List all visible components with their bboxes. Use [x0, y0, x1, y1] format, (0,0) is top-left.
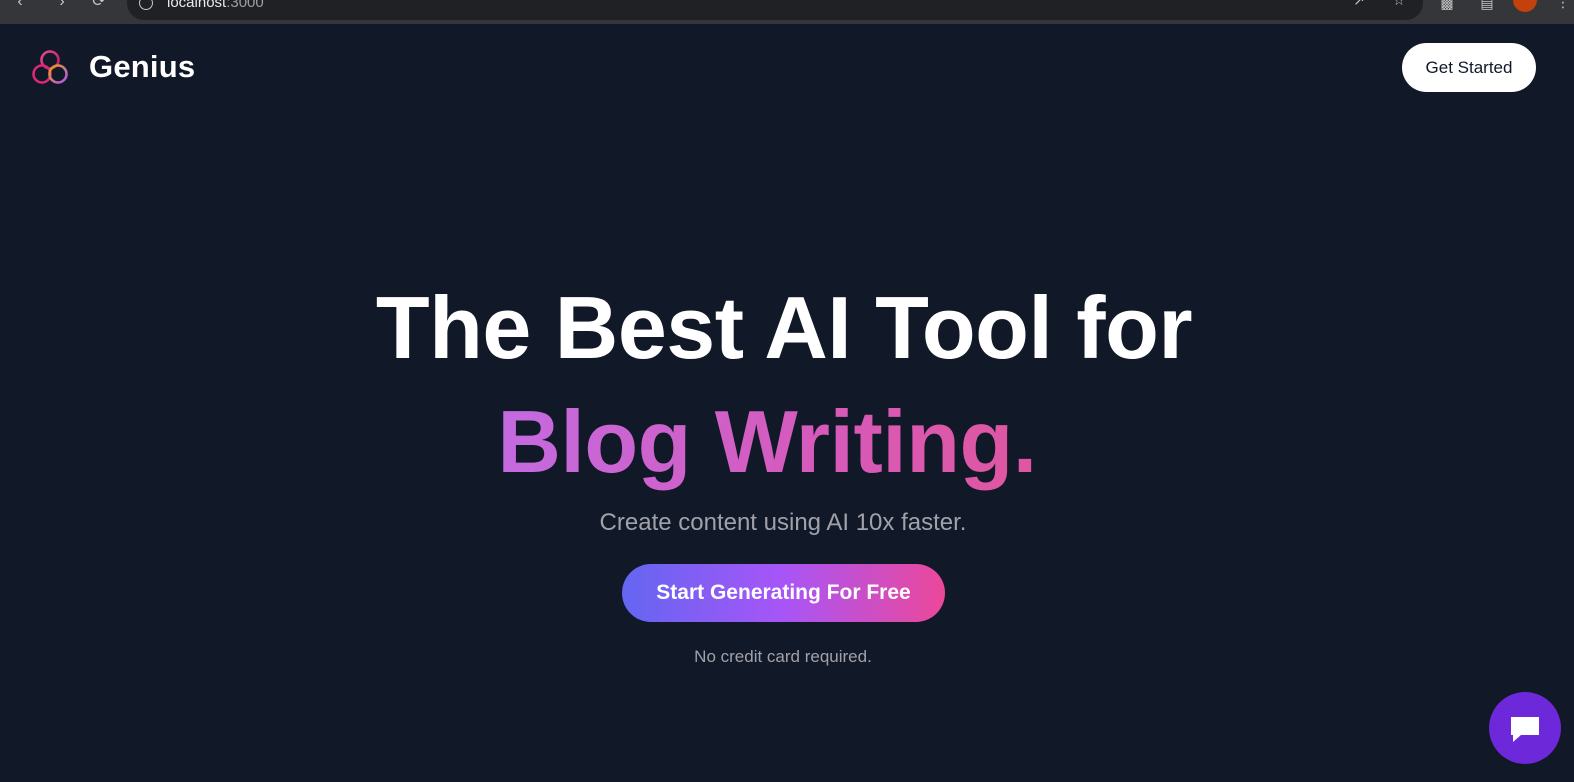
no-credit-card-note: No credit card required.	[694, 647, 872, 666]
browser-menu-icon[interactable]: ⋮	[1556, 0, 1570, 11]
url-text[interactable]: localhost:3000	[167, 0, 264, 11]
share-icon[interactable]: ↗	[1351, 0, 1367, 8]
logo[interactable]	[29, 47, 71, 89]
three-rings-logo-icon	[32, 50, 68, 84]
chat-widget-button[interactable]	[1489, 692, 1561, 764]
chat-bubble-icon	[1511, 717, 1539, 742]
bookmark-star-icon[interactable]: ☆	[1391, 0, 1407, 8]
hero-title: The Best AI Tool for	[375, 278, 1193, 377]
profile-avatar[interactable]	[1513, 0, 1537, 12]
back-icon[interactable]: ‹	[10, 0, 30, 12]
forward-icon[interactable]: ›	[52, 0, 72, 12]
start-generating-button[interactable]: Start Generating For Free	[622, 564, 945, 622]
reload-icon[interactable]: ⟳	[89, 0, 109, 12]
site-info-icon[interactable]	[139, 0, 153, 10]
hero-subtitle: Create content using AI 10x faster.	[599, 509, 967, 536]
side-panel-icon[interactable]: ▤	[1478, 0, 1496, 12]
hero-highlight-text: Blog Writing.	[497, 392, 1037, 491]
get-started-button[interactable]: Get Started	[1402, 43, 1536, 92]
address-bar[interactable]: localhost:3000 ↗ ☆	[127, 0, 1423, 20]
brand-name[interactable]: Genius	[89, 47, 195, 87]
extensions-puzzle-icon[interactable]: ▩	[1438, 0, 1456, 12]
browser-toolbar: ‹ › ⟳ localhost:3000 ↗ ☆ ▩ ▤ ⋮	[0, 0, 1574, 24]
hero-title-highlight: Blog Writing.	[0, 394, 1534, 490]
